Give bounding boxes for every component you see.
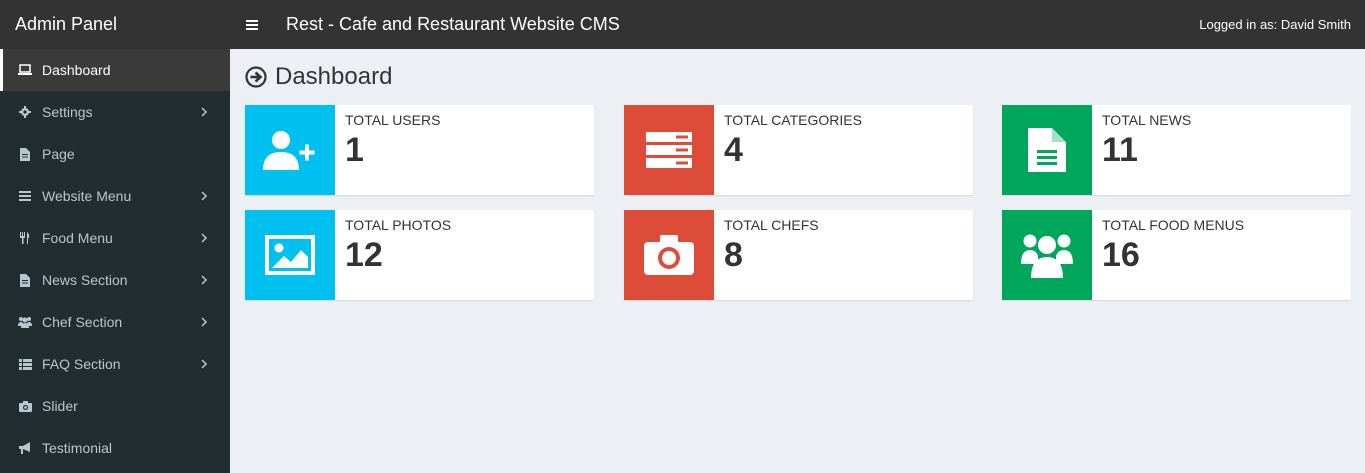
logged-in-user[interactable]: Logged in as: David Smith: [1199, 17, 1351, 32]
arrow-circle-right-icon: [245, 66, 267, 88]
stat-box-icon-area: [624, 105, 714, 195]
main-content: Dashboard TOTAL USERS 1 TOTAL CATEGORIES…: [230, 49, 1365, 473]
stat-box-total-users[interactable]: TOTAL USERS 1: [245, 105, 594, 195]
user-plus-icon: [263, 131, 316, 170]
sidebar-item-dashboard[interactable]: Dashboard: [0, 49, 230, 91]
brand-logo[interactable]: Admin Panel: [0, 0, 230, 49]
sidebar-item-label: Page: [42, 146, 75, 162]
sidebar-item-label: Settings: [42, 104, 93, 120]
chevron-right-icon: [201, 191, 208, 201]
users-icon: [1021, 234, 1073, 278]
sidebar-item-label: FAQ Section: [42, 356, 121, 372]
chevron-right-icon: [201, 317, 208, 327]
stat-box-icon-area: [245, 210, 335, 300]
stat-box-total-news[interactable]: TOTAL NEWS 11: [1002, 105, 1351, 195]
sidebar-item-website-menu[interactable]: Website Menu: [0, 175, 230, 217]
stat-box-total-chefs[interactable]: TOTAL CHEFS 8: [624, 210, 973, 300]
users-icon: [18, 315, 32, 329]
stat-label: TOTAL PHOTOS: [345, 217, 452, 233]
server-icon: [646, 132, 692, 168]
stat-box-total-photos[interactable]: TOTAL PHOTOS 12: [245, 210, 594, 300]
sidebar-item-label: News Section: [42, 272, 128, 288]
utensils-icon: [18, 231, 32, 245]
page-title: Dashboard: [275, 63, 393, 90]
sidebar-item-slider[interactable]: Slider: [0, 385, 230, 427]
file-text-icon: [1028, 128, 1066, 172]
stat-value: 12: [345, 236, 383, 274]
stat-box-total-categories[interactable]: TOTAL CATEGORIES 4: [624, 105, 973, 195]
stat-value: 16: [1102, 236, 1140, 274]
hamburger-icon: [246, 19, 258, 30]
chevron-right-icon: [201, 233, 208, 243]
stat-box-icon-area: [1002, 105, 1092, 195]
sidebar-item-label: Food Menu: [42, 230, 113, 246]
stat-label: TOTAL USERS: [345, 112, 441, 128]
app-title: Rest - Cafe and Restaurant Website CMS: [286, 14, 620, 34]
top-header: Admin Panel Rest - Cafe and Restaurant W…: [0, 0, 1365, 49]
stat-value: 1: [345, 131, 364, 169]
gear-icon: [18, 105, 32, 119]
camera-icon: [644, 235, 694, 275]
sidebar-item-settings[interactable]: Settings: [0, 91, 230, 133]
sidebar-item-chef-section[interactable]: Chef Section: [0, 301, 230, 343]
sidebar-item-label: Slider: [42, 398, 78, 414]
bullhorn-icon: [18, 441, 32, 455]
stat-label: TOTAL NEWS: [1102, 112, 1192, 128]
image-icon: [265, 235, 315, 275]
stat-value: 4: [724, 131, 743, 169]
sidebar-item-faq-section[interactable]: FAQ Section: [0, 343, 230, 385]
sidebar: Dashboard Settings Page Website Menu Foo…: [0, 49, 230, 473]
chevron-right-icon: [201, 275, 208, 285]
sidebar-toggle-button[interactable]: [230, 0, 274, 49]
camera-icon: [18, 399, 32, 413]
chevron-right-icon: [201, 107, 208, 117]
stat-box-icon-area: [624, 210, 714, 300]
sidebar-item-label: Website Menu: [42, 188, 132, 204]
sidebar-item-news-section[interactable]: News Section: [0, 259, 230, 301]
stat-value: 8: [724, 236, 743, 274]
stat-box-total-food-menus[interactable]: TOTAL FOOD MENUS 16: [1002, 210, 1351, 300]
stat-value: 11: [1102, 131, 1138, 169]
stat-box-icon-area: [1002, 210, 1092, 300]
sidebar-item-label: Chef Section: [42, 314, 123, 330]
file-icon: [18, 147, 32, 161]
chevron-right-icon: [201, 359, 208, 369]
stat-label: TOTAL CHEFS: [724, 217, 819, 233]
stat-label: TOTAL CATEGORIES: [724, 112, 862, 128]
stat-box-icon-area: [245, 105, 335, 195]
file-icon: [18, 273, 32, 287]
sidebar-item-page[interactable]: Page: [0, 133, 230, 175]
sidebar-item-label: Dashboard: [42, 62, 111, 78]
bars-icon: [18, 189, 32, 203]
sidebar-item-label: Testimonial: [42, 440, 113, 456]
list-icon: [18, 357, 32, 371]
sidebar-item-testimonial[interactable]: Testimonial: [0, 427, 230, 469]
laptop-icon: [18, 63, 32, 77]
sidebar-item-food-menu[interactable]: Food Menu: [0, 217, 230, 259]
stat-label: TOTAL FOOD MENUS: [1102, 217, 1245, 233]
page-heading: Dashboard: [245, 63, 392, 91]
